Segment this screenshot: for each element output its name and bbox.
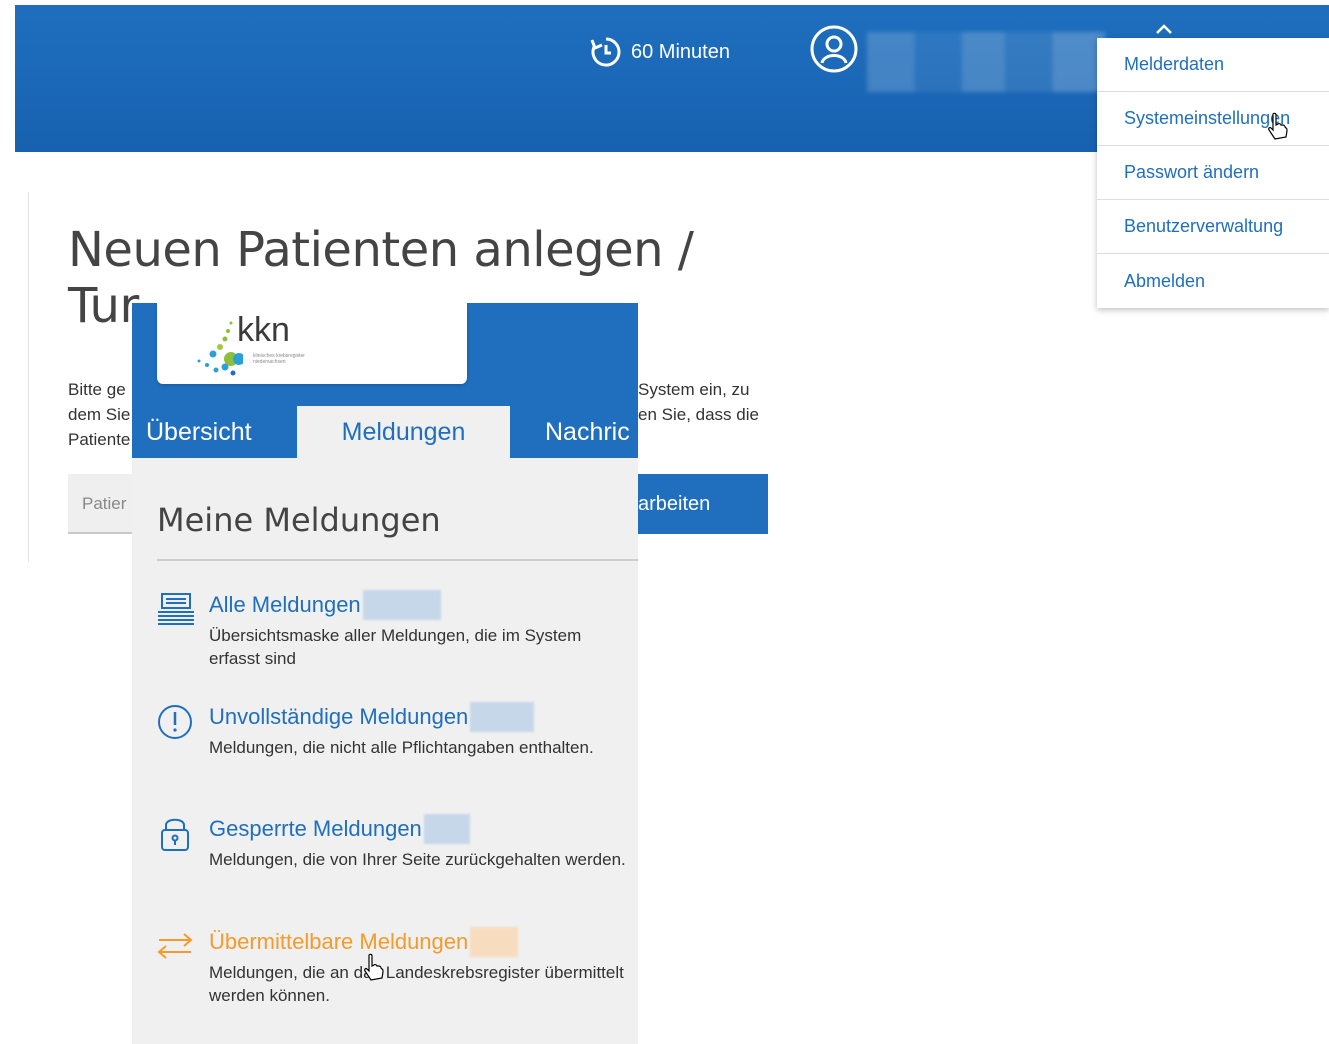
list-item-unvollstaendige-meldungen: Unvollständige Meldungen Meldungen, die … [157,702,617,792]
user-dropdown-menu: Melderdaten Systemeinstellungen Passwort… [1097,38,1329,308]
logo-subtitle: klinisches krebsregister niedersachsen [253,353,305,365]
side-divider [28,192,29,562]
list-item-alle-meldungen: Alle Meldungen Übersichtsmaske aller Mel… [157,590,617,680]
count-redacted [470,702,535,732]
count-redacted [423,814,470,844]
unvollstaendige-meldungen-desc: Meldungen, die nicht alle Pflichtangaben… [209,738,594,757]
hand-cursor-icon [1268,112,1288,140]
count-redacted [362,590,441,620]
menu-item-abmelden[interactable]: Abmelden [1097,254,1329,308]
alle-meldungen-desc: Übersichtsmaske aller Meldungen, die im … [209,626,582,668]
tab-nachrichten[interactable]: Nachric [545,406,630,458]
hand-cursor-icon [364,953,384,981]
gesperrte-meldungen-link[interactable]: Gesperrte Meldungen [209,814,470,844]
section-divider [157,559,638,561]
lock-icon [161,818,189,851]
transfer-arrows-icon [157,933,193,959]
panel-header: kkn klinisches krebsregister niedersachs… [132,303,638,458]
logo-wordmark: kkn [237,311,290,349]
menu-item-systemeinstellungen[interactable]: Systemeinstellungen [1097,92,1329,146]
timer-label: 60 Minuten [631,40,730,63]
tab-meldungen[interactable]: Meldungen [297,406,510,458]
user-name-redacted[interactable] [867,32,1105,92]
count-redacted [470,927,519,957]
alle-meldungen-link[interactable]: Alle Meldungen [209,590,441,620]
meldungen-panel: kkn klinisches krebsregister niedersachs… [132,303,638,1044]
exclamation-circle-icon [158,705,192,739]
gesperrte-meldungen-desc: Meldungen, die von Ihrer Seite zurückgeh… [209,850,626,869]
list-item-gesperrte-meldungen: Gesperrte Meldungen Meldungen, die von I… [157,814,626,904]
session-timer: 60 Minuten [589,35,730,69]
chevron-up-icon[interactable] [1155,23,1173,35]
tab-uebersicht[interactable]: Übersicht [146,406,252,458]
kkn-logo[interactable]: kkn klinisches krebsregister niedersachs… [157,303,467,384]
menu-item-passwort-aendern[interactable]: Passwort ändern [1097,146,1329,200]
clock-refresh-icon [590,37,621,67]
menu-item-melderdaten[interactable]: Melderdaten [1097,38,1329,92]
kkn-logo-dots-icon [197,321,243,376]
user-avatar-icon[interactable] [810,25,858,73]
main-tabs: Übersicht Meldungen Nachric [132,406,638,458]
menu-item-benutzerverwaltung[interactable]: Benutzerverwaltung [1097,200,1329,254]
unvollstaendige-meldungen-link[interactable]: Unvollständige Meldungen [209,702,535,732]
uebermittelbare-meldungen-desc: Meldungen, die an das Landeskrebsregiste… [209,963,624,1005]
stack-icon [158,593,194,625]
section-title: Meine Meldungen [157,501,441,539]
list-item-uebermittelbare-meldungen: Übermittelbare Meldungen Meldungen, die … [157,927,624,1017]
